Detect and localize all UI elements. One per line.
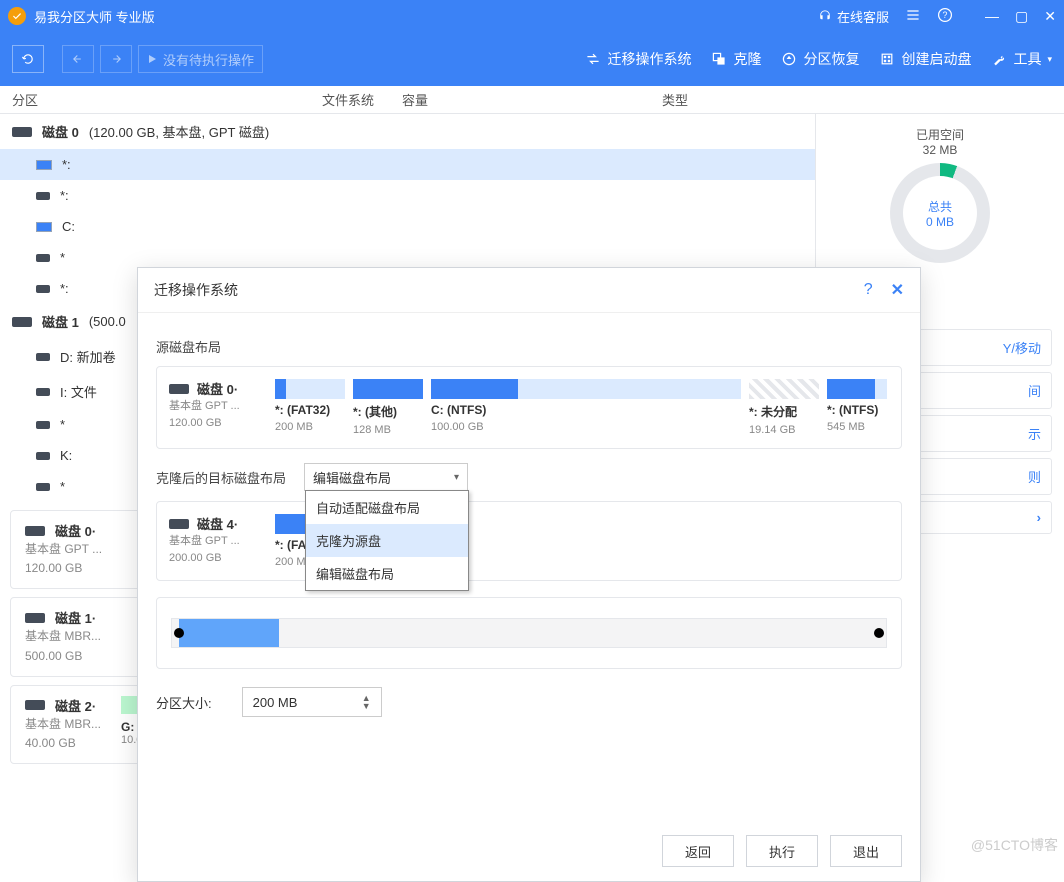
tb-bootdisk[interactable]: 创建启动盘	[879, 49, 971, 69]
disk-0-row[interactable]: 磁盘 0 (120.00 GB, 基本盘, GPT 磁盘)	[0, 114, 815, 149]
menu-icon[interactable]	[905, 7, 921, 26]
column-header: 分区 文件系统 容量 类型	[0, 86, 1064, 114]
partition-block[interactable]: *: (其他)128 MB	[353, 379, 423, 436]
dialog-title: 迁移操作系统	[154, 280, 864, 300]
slider-handle-left[interactable]	[174, 628, 184, 638]
disk-icon	[169, 384, 189, 394]
target-layout-label: 克隆后的目标磁盘布局	[156, 468, 286, 487]
partition-row[interactable]: *:	[0, 149, 815, 180]
minimize-button[interactable]: —	[985, 8, 999, 25]
disk-icon	[25, 700, 45, 710]
refresh-icon	[21, 52, 35, 66]
partition-icon	[36, 388, 50, 396]
partition-row[interactable]: *:	[0, 180, 815, 211]
tb-tools[interactable]: 工具 ▾	[991, 49, 1052, 69]
pending-ops-button[interactable]: 没有待执行操作	[138, 45, 263, 73]
disk-icon	[12, 127, 32, 137]
target-disk-layout: 磁盘 4· 基本盘 GPT ... 200.00 GB *: (FAT32200…	[156, 501, 902, 581]
exit-button[interactable]: 退出	[830, 835, 902, 867]
svg-text:?: ?	[943, 10, 948, 20]
partition-size-input[interactable]: 200 MB ▲▼	[242, 687, 382, 717]
partition-icon	[36, 483, 50, 491]
partition-icon	[36, 254, 50, 262]
play-icon	[147, 54, 157, 64]
partition-icon	[36, 160, 52, 170]
back-button[interactable]: 返回	[662, 835, 734, 867]
partition-icon	[36, 452, 50, 460]
refresh-button[interactable]	[12, 45, 44, 73]
disk-icon	[12, 317, 32, 327]
execute-button[interactable]: 执行	[746, 835, 818, 867]
disk-icon	[25, 526, 45, 536]
col-fs: 文件系统	[322, 90, 402, 109]
spinner-icon[interactable]: ▲▼	[362, 694, 371, 710]
help-icon[interactable]: ?	[937, 7, 953, 26]
partition-size-label: 分区大小:	[156, 693, 212, 712]
partition-block[interactable]: *: 未分配19.14 GB	[749, 379, 819, 436]
tb-migrate-os[interactable]: 迁移操作系统	[585, 49, 691, 69]
title-bar: 易我分区大师 专业版 在线客服 ? — ▢ ✕	[0, 0, 1064, 32]
partition-icon	[36, 222, 52, 232]
dropdown-option[interactable]: 编辑磁盘布局	[306, 557, 468, 590]
partition-block[interactable]: *: (FAT32)200 MB	[275, 379, 345, 436]
redo-button[interactable]	[100, 45, 132, 73]
watermark: @51CTO博客	[971, 835, 1058, 855]
dropdown-option[interactable]: 自动适配磁盘布局	[306, 491, 468, 524]
bootdisk-icon	[879, 51, 895, 67]
disk-icon	[25, 613, 45, 623]
partition-icon	[36, 285, 50, 293]
col-type: 类型	[662, 90, 688, 109]
wrench-icon	[991, 51, 1007, 67]
slider-handle-right[interactable]	[874, 628, 884, 638]
redo-icon	[109, 52, 123, 66]
layout-mode-dropdown: 自动适配磁盘布局 克隆为源盘 编辑磁盘布局	[305, 490, 469, 591]
partition-block[interactable]: C: (NTFS)100.00 GB	[431, 379, 741, 436]
maximize-button[interactable]: ▢	[1015, 8, 1028, 25]
usage-ring: 总共0 MB	[890, 163, 990, 263]
partition-block[interactable]: *: (NTFS)545 MB	[827, 379, 887, 436]
chevron-down-icon: ▾	[454, 472, 459, 483]
col-partition: 分区	[12, 90, 322, 109]
app-title: 易我分区大师 专业版	[34, 7, 817, 26]
main-toolbar: 没有待执行操作 迁移操作系统 克隆 分区恢复 创建启动盘 工具 ▾	[0, 32, 1064, 86]
partition-icon	[36, 353, 50, 361]
dialog-help-icon[interactable]: ?	[864, 281, 873, 299]
migrate-icon	[585, 51, 601, 67]
layout-mode-select[interactable]: 编辑磁盘布局 ▾ 自动适配磁盘布局 克隆为源盘 编辑磁盘布局	[304, 463, 468, 491]
support-link[interactable]: 在线客服	[817, 7, 889, 26]
clone-icon	[711, 51, 727, 67]
dialog-close-icon[interactable]: ✕	[891, 280, 904, 300]
slider-track[interactable]	[171, 618, 887, 648]
tb-recover[interactable]: 分区恢复	[781, 49, 859, 69]
undo-icon	[71, 52, 85, 66]
recover-icon	[781, 51, 797, 67]
partition-icon	[36, 421, 50, 429]
migrate-os-dialog: 迁移操作系统 ? ✕ 源磁盘布局 磁盘 0· 基本盘 GPT ... 120.0…	[137, 267, 921, 882]
source-disk-layout: 磁盘 0· 基本盘 GPT ... 120.00 GB *: (FAT32)20…	[156, 366, 902, 449]
undo-button[interactable]	[62, 45, 94, 73]
disk-icon	[169, 519, 189, 529]
col-capacity: 容量	[402, 90, 662, 109]
app-logo-icon	[8, 7, 26, 25]
source-layout-label: 源磁盘布局	[156, 337, 902, 356]
dropdown-option[interactable]: 克隆为源盘	[306, 524, 468, 557]
tb-clone[interactable]: 克隆	[711, 49, 761, 69]
partition-icon	[36, 192, 50, 200]
partition-row[interactable]: C:	[0, 211, 815, 242]
partition-slider	[156, 597, 902, 669]
headset-icon	[817, 8, 833, 24]
close-button[interactable]: ✕	[1044, 8, 1056, 25]
